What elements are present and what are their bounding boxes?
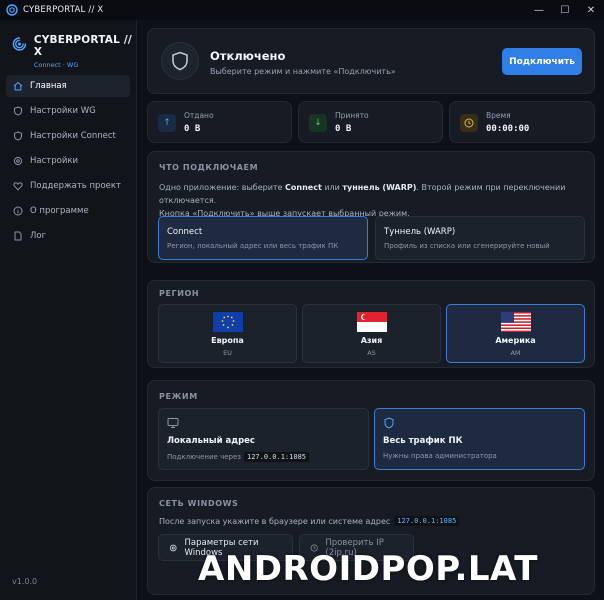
shield-icon: [384, 417, 394, 429]
status-subtitle: Выберите режим и нажмите «Подключить»: [210, 67, 396, 76]
sidebar-item-home[interactable]: Главная: [6, 75, 130, 97]
mode-title: Весь трафик ПК: [383, 436, 463, 446]
region-name: Азия: [360, 336, 383, 345]
region-america[interactable]: Америка AM: [446, 304, 585, 363]
mode-local-address[interactable]: Локальный адрес Подключение через 127.0.0…: [158, 408, 369, 470]
sidebar-item-label: Поддержать проект: [30, 181, 121, 191]
sidebar-item-wg-settings[interactable]: Настройки WG: [6, 100, 130, 122]
region-code: AM: [510, 349, 521, 357]
address-chip: 127.0.0.1:1085: [244, 452, 310, 462]
option-subtitle: Профиль из списка или сгенерируйте новый: [384, 242, 550, 250]
usa-flag-icon: [500, 312, 531, 332]
sidebar-item-log[interactable]: Лог: [6, 225, 130, 247]
brand: CYBERPORTAL // X Connect · WG: [12, 34, 136, 69]
brand-subtitle: Connect · WG: [33, 61, 79, 69]
gear-icon: [13, 156, 23, 166]
section-heading: ЧТО ПОДКЛЮЧАЕМ: [159, 163, 259, 172]
option-tunnel-warp[interactable]: Туннель (WARP) Профиль из списка или сге…: [375, 216, 585, 260]
proxy-address-chip: 127.0.0.1:1085: [394, 516, 460, 526]
sidebar: CYBERPORTAL // X Connect · WG Главная На…: [0, 20, 137, 600]
info-icon: [13, 206, 23, 216]
title-bar: CYBERPORTAL // X — ☐ ✕: [0, 0, 604, 20]
section-heading: РЕГИОН: [159, 289, 200, 298]
sidebar-item-connect-settings[interactable]: Настройки Connect: [6, 125, 130, 147]
connect-button[interactable]: Подключить: [502, 48, 582, 75]
sidebar-item-label: Главная: [30, 81, 67, 91]
arrow-down-icon: ↓: [309, 114, 327, 132]
gear-icon: [169, 544, 177, 551]
region-code: EU: [223, 349, 232, 357]
minimize-button[interactable]: —: [526, 0, 552, 20]
what-connect-card: ЧТО ПОДКЛЮЧАЕМ Одно приложение: выберите…: [147, 151, 595, 263]
section-heading: СЕТЬ WINDOWS: [159, 499, 239, 508]
clock-icon: [460, 114, 478, 132]
status-card: Отключено Выберите режим и нажмите «Подк…: [147, 28, 595, 94]
sidebar-item-label: Настройки WG: [30, 106, 96, 116]
watermark: ANDROIDPOP.LAT: [198, 549, 538, 589]
shield-icon: [13, 131, 23, 141]
stat-label: Время: [486, 111, 511, 120]
brand-title: CYBERPORTAL // X: [33, 34, 132, 58]
sidebar-item-support[interactable]: Поддержать проект: [6, 175, 130, 197]
stat-value: 0 B: [184, 124, 201, 134]
mode-card: РЕЖИМ Локальный адрес Подключение через 1…: [147, 380, 595, 481]
heart-icon: [13, 181, 23, 191]
region-card: РЕГИОН Европа EU Азия AS Америка AM: [147, 280, 595, 368]
region-name: Америка: [495, 336, 536, 345]
sidebar-item-label: Настройки: [30, 156, 79, 166]
singapore-flag-icon: [356, 312, 387, 332]
sidebar-item-label: О программе: [30, 206, 89, 216]
maximize-button[interactable]: ☐: [552, 0, 578, 20]
home-icon: [13, 81, 23, 91]
stat-value: 00:00:00: [486, 124, 530, 134]
sidebar-item-label: Настройки Connect: [30, 131, 116, 141]
stat-label: Принято: [335, 111, 369, 120]
app-logo-icon: [6, 4, 18, 16]
stat-sent: ↑ Отдано 0 B: [147, 101, 292, 143]
status-title: Отключено: [210, 49, 286, 63]
region-name: Европа: [211, 336, 244, 345]
what-description: Одно приложение: выберите Connect или ту…: [159, 183, 566, 218]
region-code: AS: [367, 349, 376, 357]
stat-value: 0 B: [335, 124, 352, 134]
document-icon: [13, 231, 23, 241]
option-title: Connect: [167, 227, 203, 237]
stat-label: Отдано: [184, 111, 214, 120]
option-subtitle: Регион, локальный адрес или весь трафик …: [167, 242, 339, 250]
sidebar-item-label: Лог: [30, 231, 47, 241]
monitor-icon: [167, 418, 179, 428]
close-button[interactable]: ✕: [578, 0, 604, 20]
status-shield: [161, 42, 199, 80]
shield-icon: [172, 51, 188, 71]
eu-flag-icon: [212, 312, 243, 332]
brand-logo-icon: [12, 37, 27, 51]
shield-icon: [13, 106, 23, 116]
stat-time: Время 00:00:00: [449, 101, 595, 143]
sidebar-nav: Главная Настройки WG Настройки Connect Н…: [6, 75, 130, 250]
arrow-up-icon: ↑: [158, 114, 176, 132]
mode-subtitle: Подключение через 127.0.0.1:1085: [167, 452, 310, 462]
region-asia[interactable]: Азия AS: [302, 304, 441, 363]
mode-subtitle: Нужны права администратора: [383, 452, 497, 460]
option-title: Туннель (WARP): [384, 227, 456, 237]
windows-description: После запуска укажите в браузере или сис…: [159, 516, 460, 526]
sidebar-item-about[interactable]: О программе: [6, 200, 130, 222]
mode-all-traffic[interactable]: Весь трафик ПК Нужны права администратор…: [374, 408, 585, 470]
window-title: CYBERPORTAL // X: [23, 5, 104, 15]
option-connect[interactable]: Connect Регион, локальный адрес или весь…: [158, 216, 368, 260]
region-europe[interactable]: Европа EU: [158, 304, 297, 363]
stat-received: ↓ Принято 0 B: [298, 101, 443, 143]
mode-title: Локальный адрес: [167, 436, 255, 446]
section-heading: РЕЖИМ: [159, 392, 198, 401]
version-label: v1.0.0: [12, 577, 38, 586]
sidebar-item-settings[interactable]: Настройки: [6, 150, 130, 172]
